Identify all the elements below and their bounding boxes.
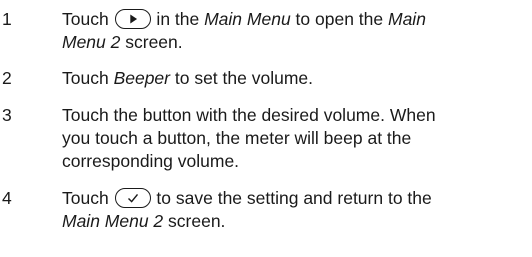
step-text: Touch Beeper to set the volume.: [62, 67, 530, 90]
text: Touch: [62, 9, 114, 29]
instruction-steps: 1 Touch in the Main Menu to open the Mai…: [0, 0, 532, 257]
play-arrow-icon: [114, 9, 151, 29]
step-line: you touch a button, the meter will beep …: [62, 128, 412, 148]
step-text: Touch the button with the desired volume…: [62, 104, 530, 173]
menu-item-name: Beeper: [113, 68, 170, 88]
step-line: Touch Beeper to set the volume.: [62, 67, 530, 90]
menu-name: Main Menu: [204, 9, 291, 29]
step-text: Touch in the Main Menu to open the Main …: [62, 8, 530, 54]
checkmark-icon: [114, 188, 151, 208]
step-line: Touch to save the setting and return to …: [62, 187, 530, 210]
step-line: Touch the button with the desired volume…: [62, 105, 436, 125]
text: to set the volume.: [170, 68, 313, 88]
step-line: Menu 2 screen.: [62, 31, 530, 54]
step-line: Main Menu 2 screen.: [62, 210, 530, 233]
text: screen.: [163, 211, 226, 231]
step-number: 4: [2, 188, 12, 208]
step-number: 1: [2, 9, 12, 29]
step-number: 3: [2, 105, 12, 125]
text: screen.: [120, 32, 183, 52]
screen-name: Menu 2: [62, 32, 121, 52]
step-number: 2: [2, 68, 12, 88]
text: to save the setting and return to the: [151, 188, 432, 208]
step-line: Touch in the Main Menu to open the Main: [62, 8, 530, 31]
text: Touch: [62, 68, 114, 88]
step-text: Touch to save the setting and return to …: [62, 187, 530, 233]
step-line: corresponding volume.: [62, 151, 240, 171]
screen-name: Main: [388, 9, 426, 29]
screen-name: Main Menu 2: [62, 211, 164, 231]
text: to open the: [290, 9, 388, 29]
text: Touch: [62, 188, 114, 208]
text: in the: [151, 9, 205, 29]
